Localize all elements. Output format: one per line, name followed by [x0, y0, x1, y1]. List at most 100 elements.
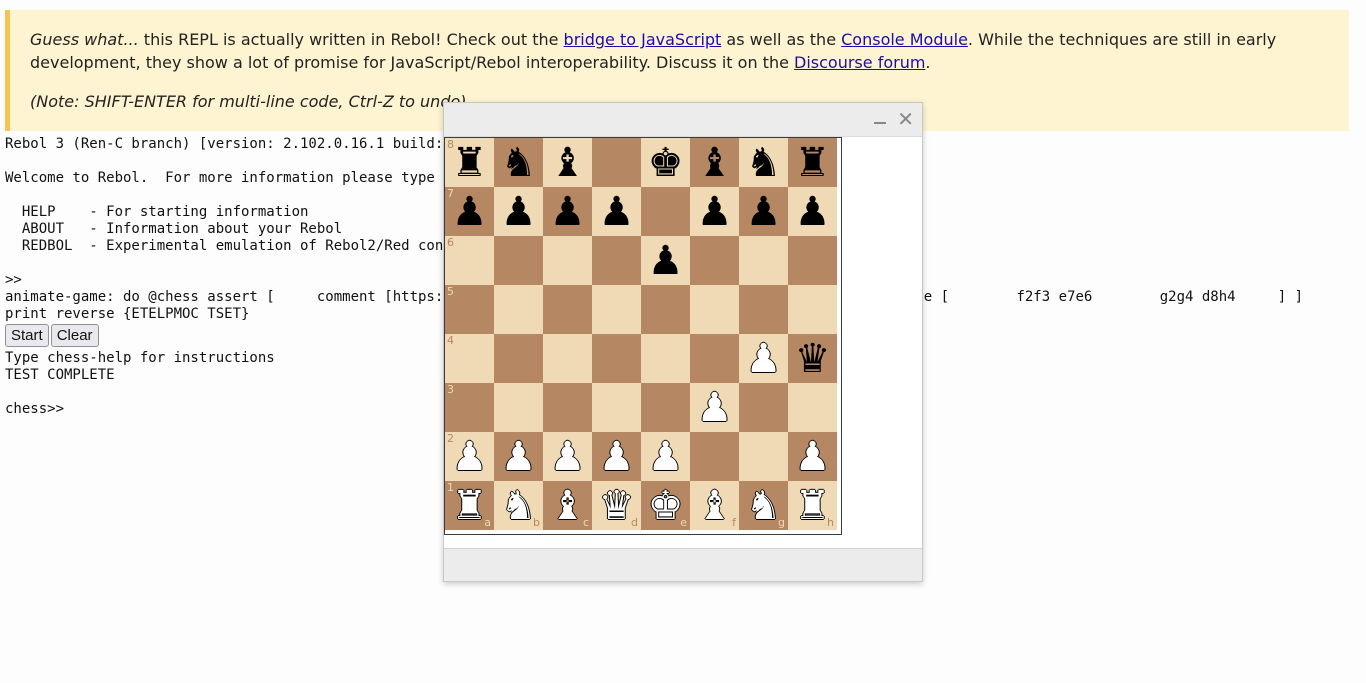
dialog-titlebar[interactable]: ✕ [444, 103, 922, 137]
square-d5[interactable] [592, 285, 641, 334]
white-pawn-icon[interactable]: ♟ [501, 437, 537, 477]
square-f5[interactable] [690, 285, 739, 334]
white-bishop-icon[interactable]: ♝ [550, 486, 586, 526]
square-h3[interactable] [788, 383, 837, 432]
square-h8[interactable]: ♜ [788, 138, 837, 187]
square-c4[interactable] [543, 334, 592, 383]
square-e1[interactable]: e ♚ [641, 481, 690, 530]
square-c1[interactable]: c ♝ [543, 481, 592, 530]
square-b8[interactable]: ♞ [494, 138, 543, 187]
square-a2[interactable]: 2 ♟ [445, 432, 494, 481]
square-f6[interactable] [690, 236, 739, 285]
discourse-forum-link[interactable]: Discourse forum [794, 53, 925, 72]
square-c6[interactable] [543, 236, 592, 285]
black-pawn-icon[interactable]: ♟ [648, 241, 684, 281]
square-g4[interactable]: ♟ [739, 334, 788, 383]
white-rook-icon[interactable]: ♜ [795, 486, 831, 526]
white-pawn-icon[interactable]: ♟ [795, 437, 831, 477]
square-g6[interactable] [739, 236, 788, 285]
white-pawn-icon[interactable]: ♟ [550, 437, 586, 477]
black-pawn-icon[interactable]: ♟ [501, 192, 537, 232]
square-d3[interactable] [592, 383, 641, 432]
square-e3[interactable] [641, 383, 690, 432]
square-d4[interactable] [592, 334, 641, 383]
square-e6[interactable]: ♟ [641, 236, 690, 285]
white-pawn-icon[interactable]: ♟ [746, 339, 782, 379]
white-pawn-icon[interactable]: ♟ [599, 437, 635, 477]
square-g2[interactable] [739, 432, 788, 481]
square-f7[interactable]: ♟ [690, 187, 739, 236]
square-e4[interactable] [641, 334, 690, 383]
square-b3[interactable] [494, 383, 543, 432]
console-module-link[interactable]: Console Module [841, 30, 968, 49]
white-pawn-icon[interactable]: ♟ [648, 437, 684, 477]
square-b7[interactable]: ♟ [494, 187, 543, 236]
square-e7[interactable] [641, 187, 690, 236]
square-b1[interactable]: b ♞ [494, 481, 543, 530]
square-f1[interactable]: f ♝ [690, 481, 739, 530]
square-h4[interactable]: ♛ [788, 334, 837, 383]
black-pawn-icon[interactable]: ♟ [550, 192, 586, 232]
white-pawn-icon[interactable]: ♟ [452, 437, 488, 477]
square-c2[interactable]: ♟ [543, 432, 592, 481]
square-e2[interactable]: ♟ [641, 432, 690, 481]
square-b2[interactable]: ♟ [494, 432, 543, 481]
chess-board[interactable]: 8 ♜ ♞ ♝ ♚ ♝ ♞ ♜ 7 ♟ ♟ ♟ ♟ ♟ ♟ ♟ 6 ♟ 5 4 ♟ ♛ 3 ♟ 2 ♟ ♟ ♟ ♟ ♟ ♟ 1 a ♜ b ♞ c ♝ d ♛… [444, 137, 842, 535]
square-a8[interactable]: 8 ♜ [445, 138, 494, 187]
square-a7[interactable]: 7 ♟ [445, 187, 494, 236]
square-d6[interactable] [592, 236, 641, 285]
minimize-icon[interactable] [872, 111, 888, 127]
square-b4[interactable] [494, 334, 543, 383]
square-h1[interactable]: h ♜ [788, 481, 837, 530]
black-rook-icon[interactable]: ♜ [795, 143, 831, 183]
square-h5[interactable] [788, 285, 837, 334]
square-d2[interactable]: ♟ [592, 432, 641, 481]
square-b6[interactable] [494, 236, 543, 285]
black-bishop-icon[interactable]: ♝ [697, 143, 733, 183]
square-h6[interactable] [788, 236, 837, 285]
white-king-icon[interactable]: ♚ [648, 486, 684, 526]
square-e8[interactable]: ♚ [641, 138, 690, 187]
square-g3[interactable] [739, 383, 788, 432]
square-h7[interactable]: ♟ [788, 187, 837, 236]
square-b5[interactable] [494, 285, 543, 334]
square-f8[interactable]: ♝ [690, 138, 739, 187]
square-a6[interactable]: 6 [445, 236, 494, 285]
start-button[interactable]: Start [5, 324, 49, 347]
white-pawn-icon[interactable]: ♟ [697, 388, 733, 428]
square-a4[interactable]: 4 [445, 334, 494, 383]
square-c8[interactable]: ♝ [543, 138, 592, 187]
square-c7[interactable]: ♟ [543, 187, 592, 236]
square-a1[interactable]: 1 a ♜ [445, 481, 494, 530]
black-knight-icon[interactable]: ♞ [746, 143, 782, 183]
square-g8[interactable]: ♞ [739, 138, 788, 187]
square-d7[interactable]: ♟ [592, 187, 641, 236]
square-g1[interactable]: g ♞ [739, 481, 788, 530]
square-f2[interactable] [690, 432, 739, 481]
square-d1[interactable]: d ♛ [592, 481, 641, 530]
white-rook-icon[interactable]: ♜ [452, 486, 488, 526]
black-pawn-icon[interactable]: ♟ [746, 192, 782, 232]
black-pawn-icon[interactable]: ♟ [599, 192, 635, 232]
black-pawn-icon[interactable]: ♟ [697, 192, 733, 232]
white-bishop-icon[interactable]: ♝ [697, 486, 733, 526]
square-a5[interactable]: 5 [445, 285, 494, 334]
square-d8[interactable] [592, 138, 641, 187]
square-f4[interactable] [690, 334, 739, 383]
clear-button[interactable]: Clear [50, 324, 99, 347]
white-knight-icon[interactable]: ♞ [746, 486, 782, 526]
black-knight-icon[interactable]: ♞ [501, 143, 537, 183]
square-a3[interactable]: 3 [445, 383, 494, 432]
white-knight-icon[interactable]: ♞ [501, 486, 537, 526]
black-rook-icon[interactable]: ♜ [452, 143, 488, 183]
square-c5[interactable] [543, 285, 592, 334]
black-bishop-icon[interactable]: ♝ [550, 143, 586, 183]
square-f3[interactable]: ♟ [690, 383, 739, 432]
black-king-icon[interactable]: ♚ [648, 143, 684, 183]
bridge-to-javascript-link[interactable]: bridge to JavaScript [564, 30, 722, 49]
square-h2[interactable]: ♟ [788, 432, 837, 481]
square-g7[interactable]: ♟ [739, 187, 788, 236]
black-queen-icon[interactable]: ♛ [795, 339, 831, 379]
black-pawn-icon[interactable]: ♟ [452, 192, 488, 232]
white-queen-icon[interactable]: ♛ [599, 486, 635, 526]
